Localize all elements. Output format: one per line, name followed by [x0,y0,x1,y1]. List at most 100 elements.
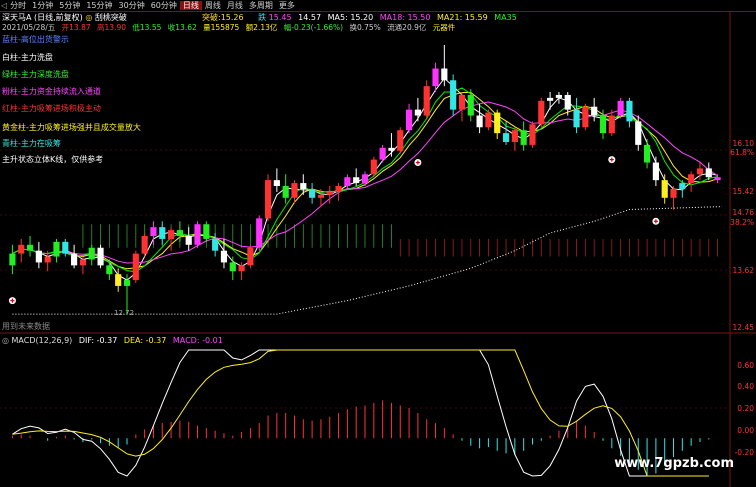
tab-6[interactable]: 日线 [179,0,202,10]
candle-body [264,180,272,219]
candle-body [9,253,16,266]
stock-name[interactable]: 深天马A (日线,前复权) [2,13,83,22]
info-bar: 2021/05/28/五 开13.87 高13.90 低13.55 收13.62… [2,22,459,33]
macd-toggle-icon[interactable]: ◎ [2,336,9,345]
macd-dif: DIF: -0.37 [78,336,118,345]
candle-body [467,94,474,116]
candle-body [26,244,34,251]
candle-body [212,238,219,251]
macd-axis-label: 0.40 [737,382,754,391]
resistance-ribbon [82,224,718,257]
candle-body [159,227,166,239]
info-change: 幅-0.23(-1.66%) [283,23,344,32]
candle-body [353,177,360,184]
candle-body [423,86,430,116]
candle-body [511,130,518,142]
candle-body [450,80,457,110]
tab-8[interactable]: 月线 [224,1,246,10]
candle-body [397,130,404,151]
candle-body [626,100,633,122]
candle-body [291,183,298,198]
candle-body [141,235,148,254]
candle-body [635,121,642,145]
candle-body [229,262,236,272]
future-data-note: 用到未来数据 [2,322,50,331]
candle-body [256,218,263,248]
macd-title[interactable]: MACD(12,26,9) [12,336,73,345]
fall-label: 跌 [258,13,267,22]
candle-body [705,168,712,178]
candle-body [97,247,104,266]
info-volume: 量155875 [203,23,240,32]
candle-body [132,253,139,281]
tab-10[interactable]: 更多 [276,1,298,10]
candle-body [582,106,589,128]
macd-axis-label: -0.20 [734,448,754,457]
tab-3[interactable]: 15分钟 [83,1,115,10]
macd-value: MACD: -0.01 [172,336,223,345]
legend-item: 黄金柱-主力吸筹进场强并且成交量放大 [2,123,141,132]
candle-body [476,115,483,128]
macd-axis-label: 0.60 [737,361,754,370]
tab-2[interactable]: 5分钟 [56,1,83,10]
legend-item: 绿柱-主力深度洗盘 [2,70,69,79]
candle-body [696,168,704,175]
indicator-name[interactable]: 刮桃突破 [95,13,127,22]
candle-body [309,188,316,198]
candle-body [176,230,183,236]
candle-body [203,224,210,239]
tab-0[interactable]: 分时 [7,1,29,10]
info-low: 低13.55 [132,23,162,32]
price-axis-label: 13.62 [732,266,754,275]
kline-chart[interactable] [0,0,756,487]
candle-body [88,247,95,260]
price-axis-label: 38.2% [730,218,754,227]
candle-body [300,183,307,189]
tab-4[interactable]: 30分钟 [116,1,148,10]
candle-body [502,133,510,142]
info-date: 2021/05/28/五 [2,23,56,32]
candle-body [123,280,131,286]
candle-body [106,265,113,275]
indicator-prefix-icon: ◎ [85,13,93,22]
candle-body [53,241,60,257]
legend-item: 主升状态立体K线，仅供参考 [2,155,104,164]
candle-body [564,94,571,110]
macd-lines [12,349,709,477]
info-open: 开13.87 [61,23,91,32]
candle-body [591,106,598,116]
candle-body [599,115,607,134]
candle-body [344,177,351,187]
candle-body [714,177,721,181]
candle-body [538,100,545,125]
breakout-value: 15.26 [220,13,244,22]
candle-body [361,174,369,184]
price-axis-label: 14.76 [732,208,754,217]
candle-body [379,147,386,160]
candlesticks[interactable] [9,45,721,315]
low-price-mark: 12.72 [114,309,135,317]
candle-body [485,112,492,128]
tab-1[interactable]: 1分钟 [29,1,56,10]
macd-histogram [11,400,710,476]
macd-axis-label: 0.20 [737,404,754,413]
candle-body [388,147,395,151]
info-close: 收13.62 [167,23,197,32]
tab-5[interactable]: 60分钟 [148,1,180,10]
price-axis-label: 16.10 [732,139,754,148]
candle-body [317,194,325,198]
tab-7[interactable]: 周线 [202,1,224,10]
info-amount: 额2.13亿 [245,23,278,32]
macd-axis-label: 0.00 [737,426,754,435]
candle-body [441,68,448,81]
candle-body [194,224,201,245]
candle-body [661,180,668,198]
price-axis-label: 15.42 [732,187,754,196]
ma18-value: MA18: 15.50 [379,13,431,22]
legend-item: 白柱-主力洗盘 [2,53,53,62]
candle-body [185,235,192,245]
tab-9[interactable]: 多周期 [246,1,276,10]
candle-body [617,100,624,116]
dif-line [12,349,709,477]
macd-header: ◎ MACD(12,26,9) DIF: -0.37 DEA: -0.37 MA… [2,336,223,345]
